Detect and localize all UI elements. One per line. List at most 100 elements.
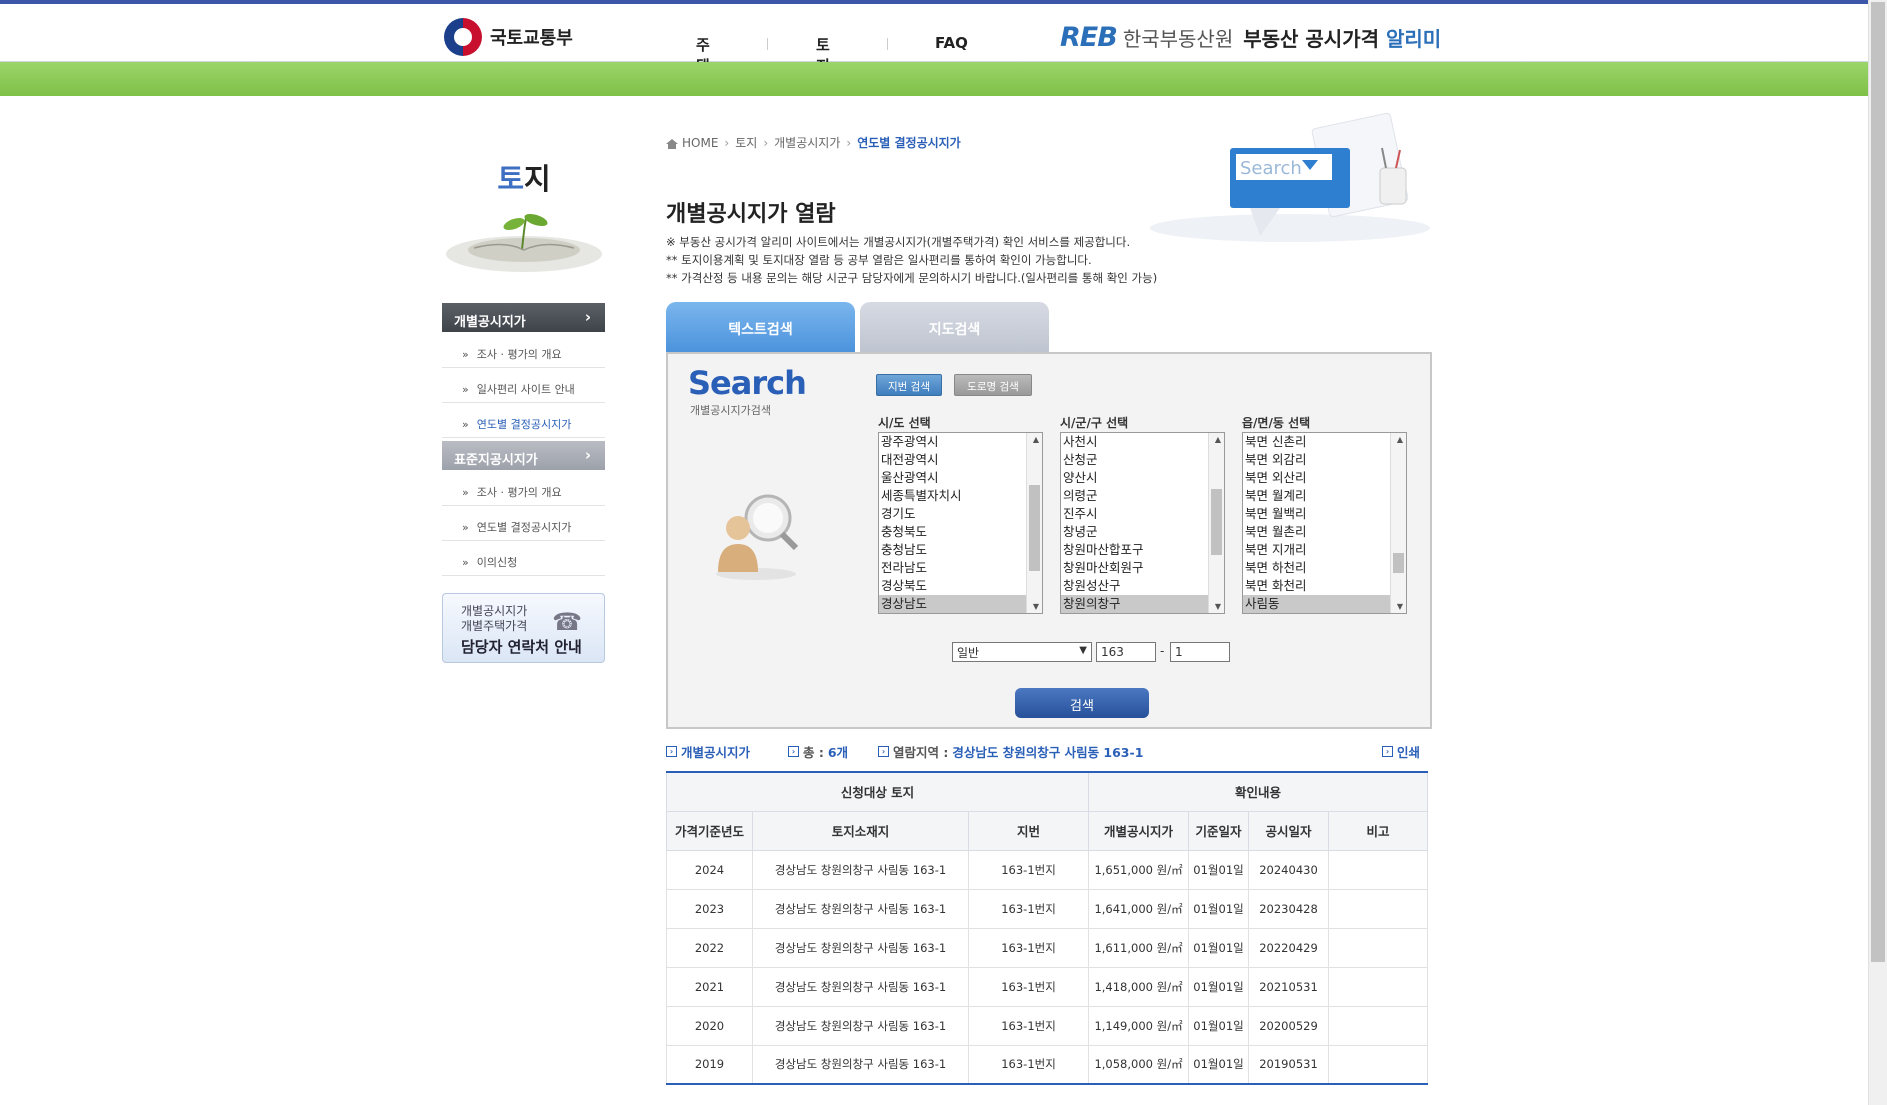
main-lot-number-input[interactable]: 163 <box>1096 642 1156 662</box>
table-cell: 경상남도 창원의창구 사림동 163-1 <box>752 888 969 929</box>
sidebar-subitem-std-yearly[interactable]: 연도별 결정공시지가 <box>442 507 605 541</box>
green-banner-band <box>0 62 1868 96</box>
result-total-value: 6개 <box>827 745 849 760</box>
sidebar-subitem-ilsa[interactable]: 일사편리 사이트 안내 <box>442 369 605 403</box>
sidebar-subitem-std-overview[interactable]: 조사 · 평가의 개요 <box>442 472 605 506</box>
sido-option[interactable]: 충청남도 <box>879 541 1042 559</box>
result-category-label: 개별공시지가 <box>681 745 751 760</box>
sigungu-option[interactable]: 창원성산구 <box>1061 577 1224 595</box>
dong-option[interactable]: 북면 외산리 <box>1243 469 1406 487</box>
scrollbar[interactable]: ▲ ▼ <box>1026 433 1042 613</box>
search-subheading: 개별공시지가검색 <box>690 404 771 417</box>
sub-lot-number-input[interactable]: 1 <box>1170 642 1230 662</box>
ministry-logo[interactable]: 국토교통부 <box>444 18 573 56</box>
page-scrollbar[interactable] <box>1868 0 1887 1105</box>
result-region-label: 열람지역 : <box>893 745 949 760</box>
dong-option[interactable]: 사림동 <box>1243 595 1406 613</box>
dong-option[interactable]: 북면 신촌리 <box>1243 433 1406 451</box>
sigungu-option[interactable]: 양산시 <box>1061 469 1224 487</box>
table-cell: 20220429 <box>1248 927 1330 968</box>
table-cell: 2019 <box>666 1044 753 1085</box>
scrollbar-thumb[interactable] <box>1393 553 1404 573</box>
sido-option[interactable]: 경상북도 <box>879 577 1042 595</box>
table-cell: 163-1번지 <box>967 966 1090 1007</box>
dong-option[interactable]: 북면 화천리 <box>1243 577 1406 595</box>
breadcrumb-individual[interactable]: 개별공시지가 <box>774 134 840 151</box>
scroll-up-icon[interactable]: ▲ <box>1033 435 1039 444</box>
chevron-right-icon: › <box>846 135 852 150</box>
road-name-search-button[interactable]: 도로명 검색 <box>954 374 1032 396</box>
sigungu-option[interactable]: 창원의창구 <box>1061 595 1224 613</box>
sido-option[interactable]: 대전광역시 <box>879 451 1042 469</box>
scrollbar-thumb[interactable] <box>1029 485 1040 571</box>
scroll-up-icon[interactable]: ▲ <box>1397 435 1403 444</box>
table-row: 2022 경상남도 창원의창구 사림동 163-1 163-1번지 1,611,000… <box>666 927 1429 968</box>
dong-option[interactable]: 북면 월촌리 <box>1243 523 1406 541</box>
sidebar-item-individual-price[interactable]: 개별공시지가 › <box>442 303 605 332</box>
sidebar-subitem-overview[interactable]: 조사 · 평가의 개요 <box>442 334 605 368</box>
dong-option[interactable]: 북면 지개리 <box>1243 541 1406 559</box>
scrollbar[interactable]: ▲ ▼ <box>1208 433 1224 613</box>
land-type-value: 일반 <box>957 646 980 660</box>
sigungu-option[interactable]: 창녕군 <box>1061 523 1224 541</box>
sido-option[interactable]: 광주광역시 <box>879 433 1042 451</box>
scroll-up-icon[interactable]: ▲ <box>1215 435 1221 444</box>
sigungu-option[interactable]: 의령군 <box>1061 487 1224 505</box>
sido-option[interactable]: 울산광역시 <box>879 469 1042 487</box>
sido-listbox[interactable]: 광주광역시 대전광역시 울산광역시 세종특별자치시 경기도 충청북도 충청남도 전라남도 경상북… <box>878 432 1043 614</box>
dong-option[interactable]: 북면 월백리 <box>1243 505 1406 523</box>
dong-option[interactable]: 북면 월계리 <box>1243 487 1406 505</box>
scroll-down-icon[interactable]: ▼ <box>1397 602 1403 611</box>
scroll-down-icon[interactable]: ▼ <box>1215 602 1221 611</box>
sidebar-item-standard-price[interactable]: 표준지공시지가 › <box>442 441 605 470</box>
table-cell: 경상남도 창원의창구 사림동 163-1 <box>752 849 969 890</box>
page-scrollbar-thumb[interactable] <box>1871 2 1885 962</box>
breadcrumb-land[interactable]: 토지 <box>735 134 757 151</box>
dong-listbox[interactable]: 북면 신촌리 북면 외감리 북면 외산리 북면 월계리 북면 월백리 북면 월촌리 북면 지… <box>1242 432 1407 614</box>
table-cell: 2024 <box>666 849 753 890</box>
sigungu-option[interactable]: 창원마산합포구 <box>1061 541 1224 559</box>
sido-option[interactable]: 경기도 <box>879 505 1042 523</box>
table-group-header-row: 신청대상 토지 확인내용 <box>665 771 1429 812</box>
land-type-select[interactable]: 일반 ▼ <box>952 642 1092 662</box>
table-row: 2023 경상남도 창원의창구 사림동 163-1 163-1번지 1,641,000… <box>666 888 1429 929</box>
sido-option[interactable]: 충청북도 <box>879 523 1042 541</box>
user-search-icon <box>716 494 799 580</box>
reb-logo[interactable]: REB 한국부동산원 부동산 공시가격 알리미 <box>1060 22 1441 53</box>
table-cell <box>1328 888 1429 929</box>
scroll-down-icon[interactable]: ▼ <box>1033 602 1039 611</box>
taegeuk-emblem-icon <box>444 18 482 56</box>
column-header: 가격기준년도 <box>666 810 753 851</box>
sido-option[interactable]: 경상남도 <box>879 595 1042 613</box>
sigungu-option[interactable]: 창원마산회원구 <box>1061 559 1224 577</box>
lot-number-search-button[interactable]: 지번 검색 <box>876 374 942 396</box>
chevron-right-icon: › <box>763 135 769 150</box>
table-cell: 01월01일 <box>1188 927 1250 968</box>
nav-faq[interactable]: FAQ <box>935 34 968 52</box>
print-link[interactable]: › 인쇄 <box>1382 742 1420 761</box>
sigungu-option[interactable]: 진주시 <box>1061 505 1224 523</box>
scrollbar[interactable]: ▲ ▼ <box>1390 433 1406 613</box>
sido-option[interactable]: 전라남도 <box>879 559 1042 577</box>
sigungu-option[interactable]: 사천시 <box>1061 433 1224 451</box>
breadcrumb-home[interactable]: HOME <box>682 136 718 150</box>
group-header-confirmation: 확인내용 <box>1088 771 1429 812</box>
sigungu-option[interactable]: 산청군 <box>1061 451 1224 469</box>
search-submit-button[interactable]: 검색 <box>1015 688 1149 718</box>
sidebar-subitem-yearly[interactable]: 연도별 결정공시지가 <box>442 404 605 438</box>
contact-guide-banner[interactable]: 개별공시지가 개별주택가격 담당자 연락처 안내 ☎ <box>442 593 605 663</box>
sidebar-subitem-objection[interactable]: 이의신청 <box>442 542 605 576</box>
table-row: 2024 경상남도 창원의창구 사림동 163-1 163-1번지 1,651,000… <box>666 849 1429 890</box>
lot-number-dash: - <box>1160 644 1165 658</box>
dong-option[interactable]: 북면 외감리 <box>1243 451 1406 469</box>
sigungu-listbox[interactable]: 사천시 산청군 양산시 의령군 진주시 창녕군 창원마산합포구 창원마산회원구 창원성산구 창원의… <box>1060 432 1225 614</box>
scrollbar-thumb[interactable] <box>1211 489 1222 555</box>
tab-map-search[interactable]: 지도검색 <box>860 302 1049 352</box>
table-row: 2021 경상남도 창원의창구 사림동 163-1 163-1번지 1,418,000… <box>666 966 1429 1007</box>
sido-option[interactable]: 세종특별자치시 <box>879 487 1042 505</box>
dong-option[interactable]: 북면 하천리 <box>1243 559 1406 577</box>
table-column-header-row: 가격기준년도 토지소재지 지번 개별공시지가 기준일자 공시일자 비고 <box>666 810 1429 851</box>
table-cell: 01월01일 <box>1188 1005 1250 1046</box>
notice-line: ** 토지이용계획 및 토지대장 열람 등 공부 열람은 일사편리를 통하여 확… <box>666 253 1092 267</box>
tab-text-search[interactable]: 텍스트검색 <box>666 302 855 352</box>
